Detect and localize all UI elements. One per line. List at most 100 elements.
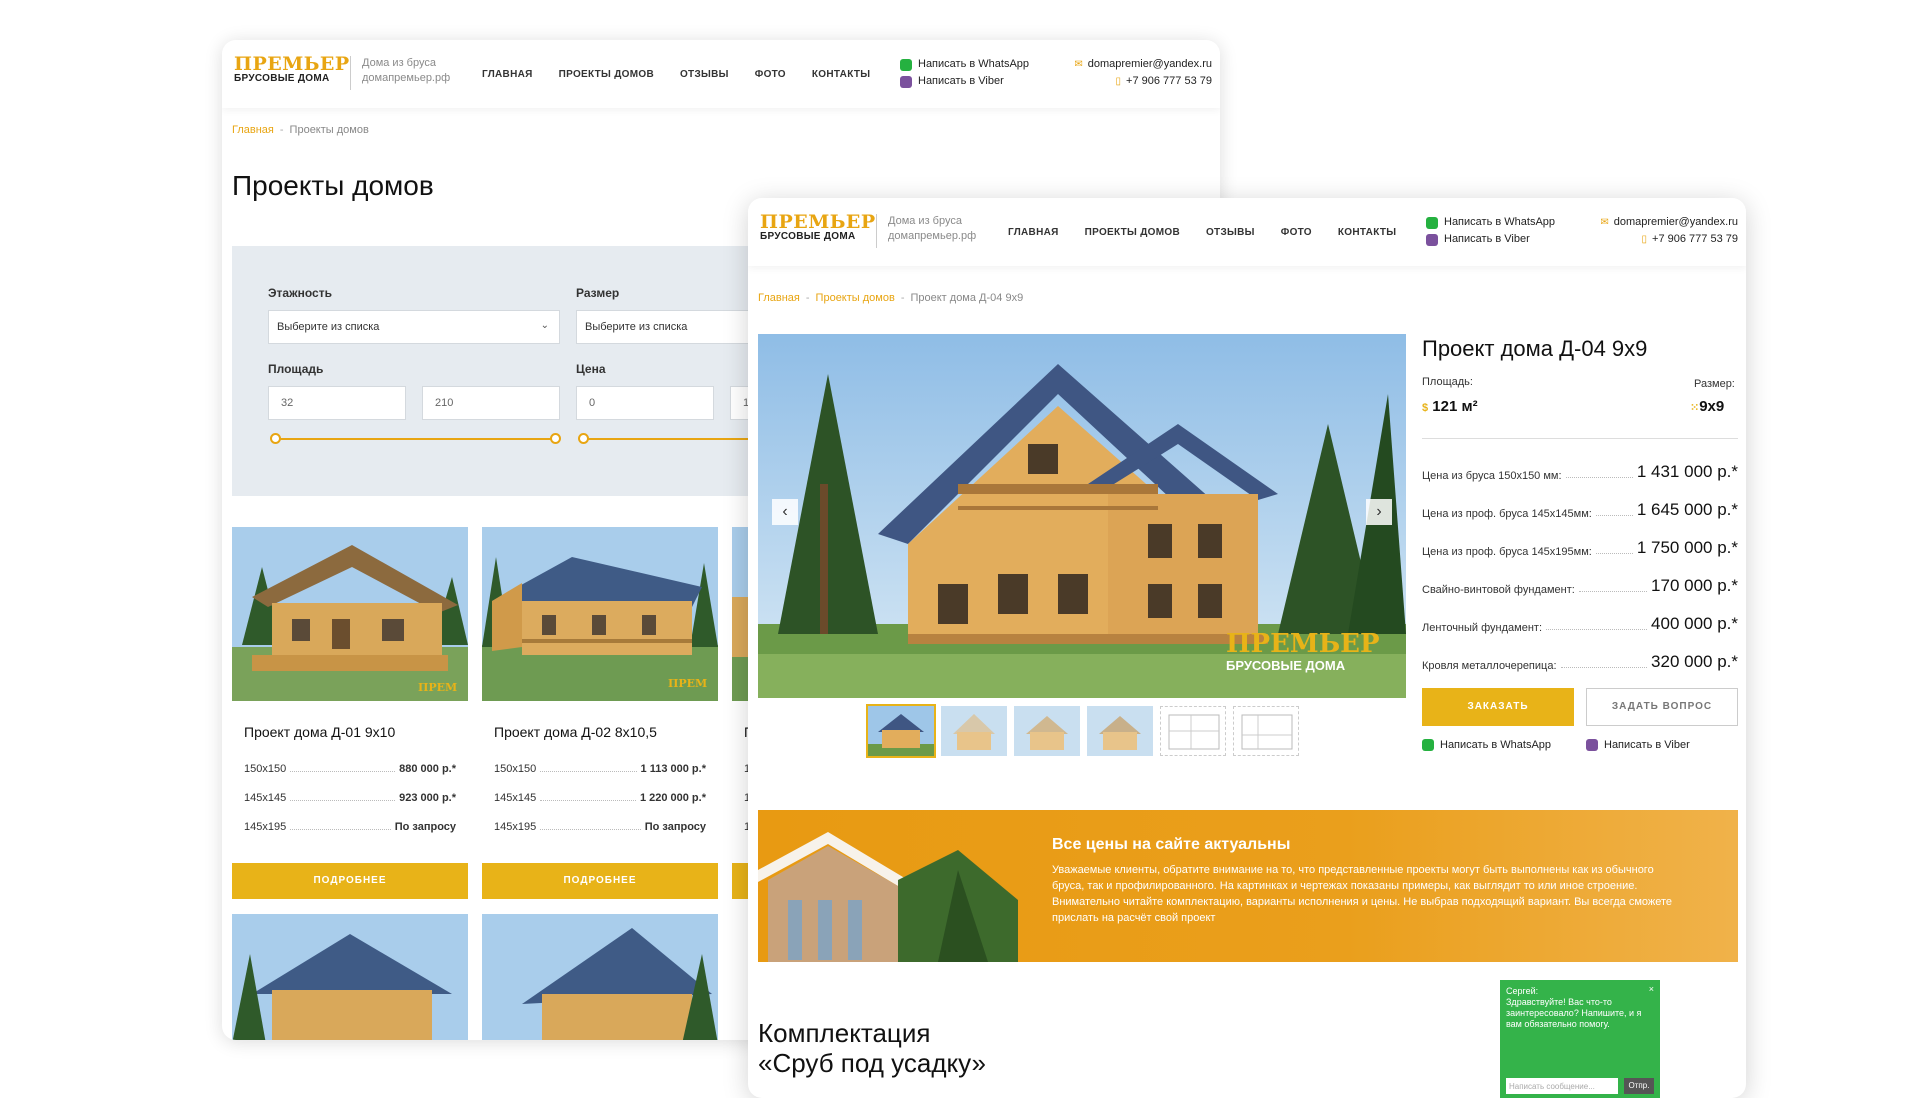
- breadcrumb: Главная - Проекты домов - Проект дома Д-04 9…: [758, 292, 1024, 304]
- size-spec-value: ⁙9х9: [1690, 398, 1725, 415]
- product-title: Проект дома Д-04 9х9: [1422, 336, 1648, 361]
- floors-label: Этажность: [268, 286, 332, 300]
- project-card-title[interactable]: Проект дома Д-02 8х10,5: [494, 724, 657, 740]
- nav-reviews[interactable]: ОТЗЫВЫ: [1206, 227, 1255, 238]
- messenger-links: Написать в WhatsApp Написать в Viber: [900, 56, 1029, 90]
- viber-link[interactable]: Написать в Viber: [1426, 231, 1555, 248]
- price-row: Цена из проф. бруса 145х195мм: 1 750 000 …: [1422, 538, 1738, 558]
- size-label: Размер: [576, 286, 620, 300]
- viber-link[interactable]: Написать в Viber: [900, 73, 1029, 90]
- area-spec-value: $ 121 м²: [1422, 398, 1478, 415]
- area-max-input[interactable]: 210: [422, 386, 560, 420]
- project-card-image[interactable]: ПРЕМ: [232, 527, 468, 701]
- nav-photo[interactable]: ФОТО: [1281, 227, 1312, 238]
- product-image-slider[interactable]: ПРЕМЬЕР БРУСОВЫЕ ДОМА ‹ ›: [758, 334, 1406, 698]
- project-card: ПРЕМ Проект дома Д-02 8х10,5 150х150 1 11…: [482, 527, 718, 901]
- size-select[interactable]: Выберите из списка: [576, 310, 776, 344]
- price-min-input[interactable]: 0: [576, 386, 714, 420]
- price-row: 150х150 1 113 000 р.*: [494, 763, 706, 775]
- breadcrumb-projects[interactable]: Проекты домов: [816, 292, 895, 304]
- header-contacts: domapremier@yandex.ru +7 906 777 53 79: [1600, 214, 1738, 248]
- chat-message: Здравствуйте! Вас что-то заинтересовало?…: [1506, 997, 1642, 1029]
- thumbnail[interactable]: [1014, 706, 1080, 756]
- whatsapp-link[interactable]: Написать в WhatsApp: [900, 56, 1029, 73]
- price-row: Кровля металлочерепица: 320 000 р.*: [1422, 652, 1738, 672]
- image-watermark-brand: ПРЕМЬЕР: [1226, 629, 1380, 659]
- chat-sender: Сергей:: [1506, 986, 1539, 996]
- nav-projects[interactable]: ПРОЕКТЫ ДОМОВ: [559, 69, 654, 80]
- image-watermark-sub: БРУСОВЫЕ ДОМА: [1226, 658, 1346, 673]
- site-logo[interactable]: ПРЕМЬЕР БРУСОВЫЕ ДОМА: [760, 213, 876, 243]
- area-range-max-handle[interactable]: [550, 433, 561, 444]
- product-window: ПРЕМЬЕР БРУСОВЫЕ ДОМА Дома из бруса дома…: [748, 198, 1746, 1098]
- details-button[interactable]: ПОДРОБНЕЕ: [232, 863, 468, 899]
- chevron-down-icon: ⌄: [540, 320, 549, 331]
- chat-widget: × Сергей: Здравствуйте! Вас что-то заинт…: [1500, 980, 1660, 1098]
- project-card-image[interactable]: [482, 914, 718, 1040]
- breadcrumb-home[interactable]: Главная: [232, 124, 274, 136]
- details-button[interactable]: ПОДРОБНЕЕ: [482, 863, 718, 899]
- divider: [1422, 438, 1738, 439]
- chat-send-button[interactable]: Отпр.: [1624, 1078, 1654, 1094]
- section-title: Комплектация «Сруб под усадку»: [758, 1018, 986, 1078]
- viber-icon: [1586, 739, 1598, 751]
- site-header: ПРЕМЬЕР БРУСОВЫЕ ДОМА Дома из бруса дома…: [748, 198, 1746, 266]
- area-spec-label: Площадь:: [1422, 376, 1473, 388]
- viber-link[interactable]: Написать в Viber: [1586, 739, 1690, 751]
- price-row: Ленточный фундамент: 400 000 р.*: [1422, 614, 1738, 634]
- breadcrumb-current: Проекты домов: [289, 124, 369, 136]
- nav-reviews[interactable]: ОТЗЫВЫ: [680, 69, 729, 80]
- breadcrumb: Главная - Проекты домов: [232, 124, 369, 136]
- chat-input[interactable]: Написать сообщение...: [1506, 1078, 1618, 1094]
- site-tagline: Дома из бруса домапремьер.рф: [888, 215, 977, 242]
- price-row: 150х150 880 000 р.*: [244, 763, 456, 775]
- thumbnail[interactable]: [1087, 706, 1153, 756]
- order-button[interactable]: ЗАКАЗАТЬ: [1422, 688, 1574, 726]
- email-link[interactable]: domapremier@yandex.ru: [1600, 214, 1738, 231]
- slider-next-button[interactable]: ›: [1366, 499, 1392, 525]
- thumbnail[interactable]: [941, 706, 1007, 756]
- area-label: Площадь: [268, 362, 324, 376]
- nav-home[interactable]: ГЛАВНАЯ: [482, 69, 533, 80]
- price-row: 145х145 1 220 000 р.*: [494, 792, 706, 804]
- main-nav: ГЛАВНАЯ ПРОЕКТЫ ДОМОВ ОТЗЫВЫ ФОТО КОНТАК…: [1008, 227, 1396, 238]
- whatsapp-link[interactable]: Написать в WhatsApp: [1422, 739, 1551, 751]
- floor-plan-thumbnail[interactable]: [1233, 706, 1299, 756]
- ask-question-button[interactable]: ЗАДАТЬ ВОПРОС: [1586, 688, 1738, 726]
- project-card-image[interactable]: [232, 914, 468, 1040]
- close-icon[interactable]: ×: [1649, 984, 1654, 995]
- project-card-image[interactable]: ПРЕМ: [482, 527, 718, 701]
- area-range-min-handle[interactable]: [270, 433, 281, 444]
- banner-text: Уважаемые клиенты, обратите внимание на …: [1052, 864, 1673, 924]
- viber-icon: [1426, 233, 1438, 246]
- phone-link[interactable]: +7 906 777 53 79: [1600, 231, 1738, 248]
- nav-projects[interactable]: ПРОЕКТЫ ДОМОВ: [1085, 227, 1180, 238]
- whatsapp-link[interactable]: Написать в WhatsApp: [1426, 214, 1555, 231]
- breadcrumb-home[interactable]: Главная: [758, 292, 800, 304]
- breadcrumb-current: Проект дома Д-04 9х9: [910, 292, 1024, 304]
- price-row: Свайно-винтовой фундамент: 170 000 р.*: [1422, 576, 1738, 596]
- nav-contacts[interactable]: КОНТАКТЫ: [812, 69, 870, 80]
- price-row: 145х145 923 000 р.*: [244, 792, 456, 804]
- price-row: 145х195 По запросу: [494, 821, 706, 833]
- site-tagline: Дома из бруса домапремьер.рф: [362, 57, 451, 84]
- project-card-title[interactable]: Проект дома Д-01 9х10: [244, 724, 395, 740]
- svg-text:ПРЕМ: ПРЕМ: [668, 677, 707, 690]
- email-link[interactable]: domapremier@yandex.ru: [1074, 56, 1212, 73]
- chevron-left-icon: ‹: [782, 503, 788, 520]
- floors-select[interactable]: Выберите из списка ⌄: [268, 310, 560, 344]
- price-range-min-handle[interactable]: [578, 433, 589, 444]
- chevron-right-icon: ›: [1376, 503, 1382, 520]
- phone-link[interactable]: +7 906 777 53 79: [1074, 73, 1212, 90]
- floor-plan-thumbnail[interactable]: [1160, 706, 1226, 756]
- site-logo[interactable]: ПРЕМЬЕР БРУСОВЫЕ ДОМА: [234, 55, 350, 85]
- nav-contacts[interactable]: КОНТАКТЫ: [1338, 227, 1396, 238]
- banner-title: Все цены на сайте актуальны: [1052, 836, 1291, 853]
- slider-prev-button[interactable]: ‹: [772, 499, 798, 525]
- logo-divider: [876, 214, 877, 248]
- area-min-input[interactable]: 32: [268, 386, 406, 420]
- thumbnail[interactable]: [866, 704, 936, 758]
- nav-home[interactable]: ГЛАВНАЯ: [1008, 227, 1059, 238]
- nav-photo[interactable]: ФОТО: [755, 69, 786, 80]
- filter-panel: Этажность Выберите из списка ⌄ Размер Вы…: [232, 246, 790, 496]
